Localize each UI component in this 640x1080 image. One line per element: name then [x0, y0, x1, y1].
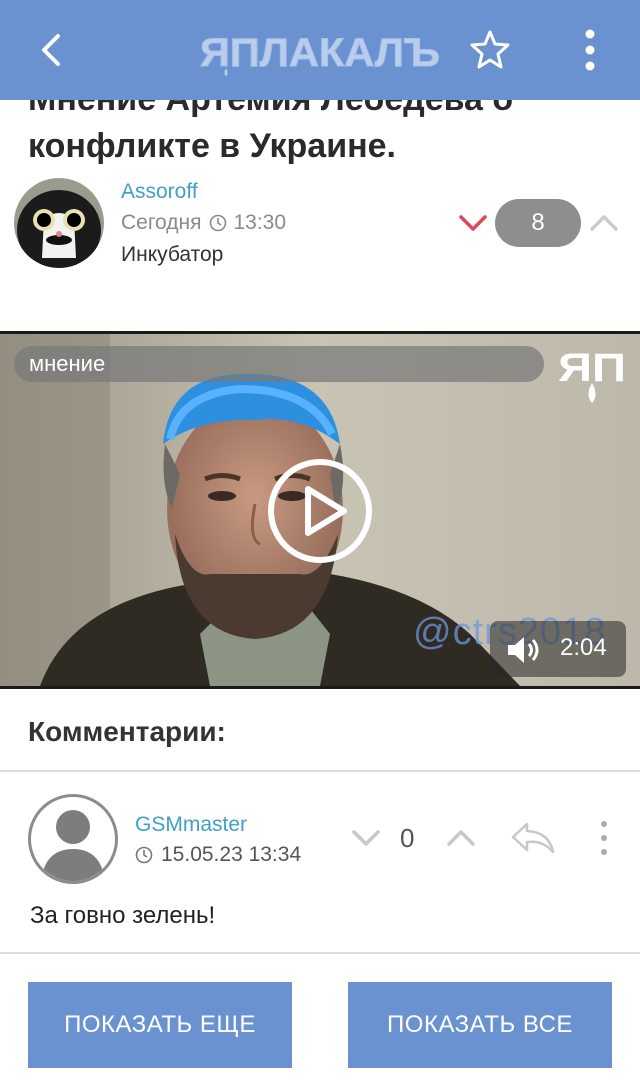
comment-upvote-chevron-icon[interactable] — [444, 824, 478, 852]
yap-watermark-logo: ЯП — [556, 341, 628, 407]
post-category[interactable]: Инкубатор — [121, 243, 223, 267]
play-button-icon[interactable] — [266, 457, 374, 565]
post-date: Сегодня — [121, 211, 202, 234]
site-logo[interactable]: ЯПЛАКАЛЪ — [196, 28, 446, 76]
divider — [0, 770, 640, 772]
comment-datetime: 15.05.23 13:34 — [161, 843, 302, 866]
upvote-chevron-icon[interactable] — [587, 208, 621, 238]
comment-downvote-chevron-icon[interactable] — [349, 824, 383, 852]
divider — [0, 952, 640, 954]
post-timestamp: Сегодня 13:30 — [121, 211, 286, 235]
show-all-button[interactable]: ПОКАЗАТЬ ВСЕ — [348, 982, 612, 1068]
reply-arrow-icon[interactable] — [509, 820, 557, 856]
post-author-link[interactable]: Assoroff — [121, 180, 198, 204]
author-avatar[interactable] — [14, 178, 104, 268]
more-vertical-icon[interactable] — [566, 26, 614, 74]
show-more-button[interactable]: ПОКАЗАТЬ ЕЩЕ — [28, 982, 292, 1068]
video-duration: 2:04 — [560, 634, 607, 661]
site-logo-text: ЯПЛАКАЛЪ — [200, 31, 440, 75]
post-time: 13:30 — [233, 211, 287, 234]
video-controls-overlay: 2:04 — [490, 621, 626, 677]
comments-heading: Комментарии: — [28, 716, 226, 747]
video-tag-label[interactable]: мнение — [14, 346, 544, 382]
downvote-chevron-icon[interactable] — [456, 208, 490, 238]
comment-more-vertical-icon[interactable] — [592, 818, 616, 858]
comment-text: За говно зелень! — [30, 902, 216, 929]
back-arrow-icon[interactable] — [28, 26, 76, 74]
volume-speaker-icon[interactable] — [506, 635, 542, 665]
post-rating-badge: 8 — [495, 199, 581, 247]
clock-icon — [210, 214, 227, 232]
favorite-star-icon[interactable] — [466, 26, 514, 74]
comment-timestamp: 15.05.23 13:34 — [135, 843, 301, 867]
comment-author-link[interactable]: GSMmaster — [135, 813, 247, 837]
comment-avatar[interactable] — [28, 794, 118, 884]
clock-icon — [135, 846, 153, 864]
comment-rating: 0 — [400, 823, 415, 853]
video-player[interactable]: мнение ЯП @ctrs2018 2:04 — [0, 331, 640, 689]
top-app-bar: ЯПЛАКАЛЪ — [0, 0, 640, 100]
